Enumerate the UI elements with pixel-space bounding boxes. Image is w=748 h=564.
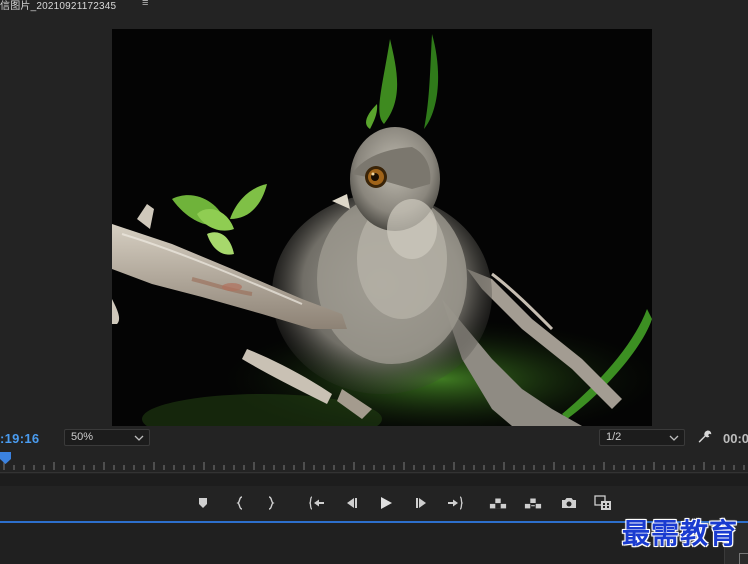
step-forward-button[interactable] (413, 494, 431, 512)
video-preview[interactable] (112, 29, 652, 426)
lift-icon (489, 498, 507, 509)
play-button[interactable] (377, 494, 395, 512)
extract-button[interactable] (524, 494, 542, 512)
ruler-baseline (0, 472, 748, 473)
lift-button[interactable] (489, 494, 507, 512)
playback-resolution-select[interactable]: 1/2 (599, 429, 685, 446)
mark-out-button[interactable] (262, 494, 280, 512)
chevron-down-icon (669, 435, 679, 441)
export-frame-button[interactable] (560, 494, 578, 512)
mark-out-icon (268, 496, 275, 510)
scroll-handle-icon[interactable] (739, 553, 748, 564)
zoom-level-value: 50% (71, 431, 94, 443)
go-to-out-button[interactable] (446, 494, 464, 512)
mark-in-button[interactable] (231, 494, 249, 512)
bird-frame-image (112, 29, 652, 426)
mark-in-icon (236, 496, 243, 510)
go-to-out-icon (448, 496, 463, 510)
lower-panel-content (0, 523, 724, 564)
playhead-timecode[interactable]: :19:16 (0, 431, 39, 446)
sequence-title[interactable]: 信图片_20210921172345 (0, 0, 116, 12)
comparison-icon (594, 495, 611, 510)
camera-icon (562, 498, 576, 508)
playback-resolution-value: 1/2 (606, 431, 622, 443)
go-to-in-button[interactable] (308, 494, 326, 512)
step-back-button[interactable] (342, 494, 360, 512)
playhead-icon[interactable] (0, 452, 11, 464)
monitor-area (0, 12, 748, 426)
step-forward-icon (416, 498, 426, 508)
chevron-down-icon (134, 435, 144, 441)
ruler-ticks (3, 462, 745, 470)
comparison-view-button[interactable] (594, 494, 612, 512)
go-to-in-icon (309, 496, 324, 510)
marker-icon (199, 498, 207, 508)
zoom-level-select[interactable]: 50% (64, 429, 150, 446)
monitor-status-row: :19:16 50% 1/2 00:0 (0, 426, 748, 450)
panel-header: 信图片_20210921172345 ≡ (0, 0, 748, 12)
wrench-icon[interactable] (697, 429, 713, 445)
duration-timecode: 00:0 (723, 431, 748, 446)
add-marker-button[interactable] (194, 494, 212, 512)
watermark-logo: 最需教育 (622, 517, 739, 550)
step-back-icon (347, 498, 357, 508)
navigator-bar[interactable] (0, 474, 748, 486)
play-icon (381, 497, 392, 509)
program-monitor-panel: 信图片_20210921172345 ≡:19:16 50% 1/2 00:0… (0, 0, 748, 564)
extract-icon (524, 498, 542, 509)
panel-menu-icon[interactable]: ≡ (142, 0, 148, 9)
time-ruler[interactable] (0, 452, 748, 474)
